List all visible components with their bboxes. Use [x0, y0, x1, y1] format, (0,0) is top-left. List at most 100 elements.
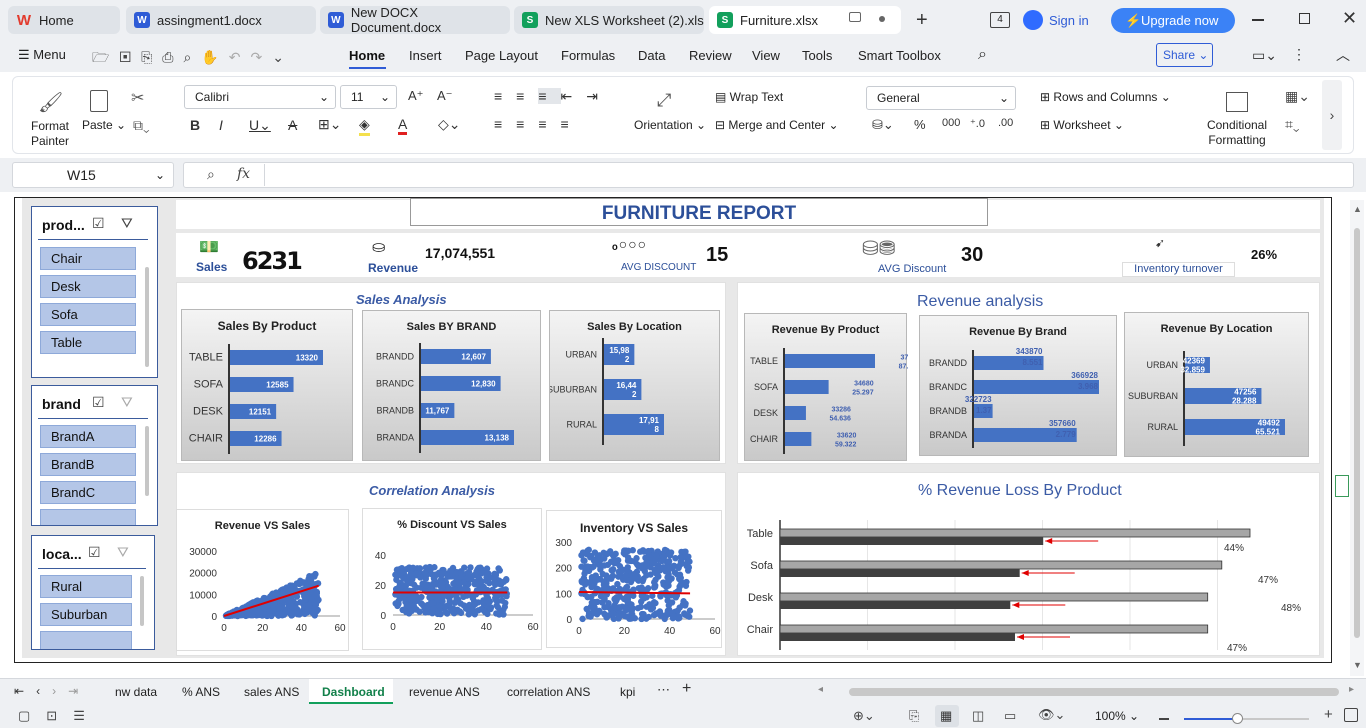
- slicer-item[interactable]: BrandB: [40, 453, 136, 476]
- indent-decrease-icon[interactable]: ⇤: [561, 88, 587, 104]
- ribbon-scroll-right-icon[interactable]: ›: [1322, 80, 1342, 150]
- prev-sheet-icon[interactable]: ‹: [36, 684, 52, 698]
- clear-filter-icon[interactable]: ⛛: [117, 544, 129, 561]
- redo-icon[interactable]: ↷: [250, 49, 272, 65]
- multi-select-icon[interactable]: ☑: [92, 215, 105, 232]
- close-icon[interactable]: ✕: [1342, 8, 1357, 29]
- save-icon[interactable]: ▣: [119, 49, 141, 65]
- merge-center-button[interactable]: ⊟ Merge and Center ⌄: [715, 118, 839, 132]
- slicer-item[interactable]: BrandC: [40, 481, 136, 504]
- horizontal-scroll-thumb[interactable]: [849, 688, 1339, 696]
- hand-icon[interactable]: ✋: [201, 49, 228, 65]
- fullscreen-icon[interactable]: [1344, 708, 1358, 722]
- chart-discount-vs-sales[interactable]: % Discount VS Sales 0 20 40 60 0 20 40: [362, 508, 542, 650]
- currency-icon[interactable]: ⛁⌄: [872, 117, 894, 133]
- borders-icon[interactable]: ⊞⌄: [318, 116, 341, 133]
- tab-insert[interactable]: Insert: [409, 48, 442, 63]
- window-icon[interactable]: [849, 12, 861, 22]
- increase-decimal-icon[interactable]: ⁺.0: [970, 117, 985, 130]
- bold-icon[interactable]: B: [190, 117, 200, 133]
- more-options-icon[interactable]: ⋮: [1292, 46, 1306, 63]
- slicer-item[interactable]: Suburban: [40, 603, 132, 626]
- avatar-icon[interactable]: [1023, 10, 1043, 30]
- scroll-down-icon[interactable]: ▼: [1353, 660, 1362, 670]
- zoom-level[interactable]: 100% ⌄: [1095, 709, 1139, 723]
- position-icon[interactable]: ⊕⌄: [853, 708, 875, 724]
- clear-filter-icon[interactable]: ⛛: [121, 215, 133, 232]
- justify-icon[interactable]: ≡: [561, 116, 583, 132]
- slicer-location[interactable]: loca... ☑ ⛛ Rural Suburban: [31, 535, 155, 650]
- vertical-scrollbar[interactable]: ▲ ▼: [1350, 200, 1364, 676]
- conditional-formatting-button[interactable]: Conditional Formatting: [1205, 118, 1269, 148]
- tab-formulas[interactable]: Formulas: [561, 48, 615, 63]
- format-painter-icon[interactable]: 🖌: [38, 90, 63, 115]
- export-icon[interactable]: ⎘: [909, 708, 919, 724]
- tab-smart-toolbox[interactable]: Smart Toolbox: [858, 48, 941, 63]
- slicer-item[interactable]: Rural: [40, 575, 132, 598]
- sheet-tab[interactable]: sales ANS: [244, 685, 299, 699]
- orientation-button[interactable]: Orientation ⌄: [634, 118, 706, 132]
- percent-icon[interactable]: %: [914, 117, 926, 132]
- font-color-icon[interactable]: A: [398, 116, 408, 135]
- undo-icon[interactable]: ↶: [229, 49, 251, 65]
- slicer-scrollbar[interactable]: [145, 267, 149, 367]
- open-icon[interactable]: 🗁: [92, 49, 119, 65]
- last-sheet-icon[interactable]: ⇥: [68, 684, 90, 698]
- eye-protection-icon[interactable]: 👁⌄: [1038, 707, 1065, 723]
- conditional-formatting-icon[interactable]: [1226, 92, 1248, 112]
- decrease-decimal-icon[interactable]: .00: [998, 117, 1013, 129]
- slicer-item[interactable]: Table: [40, 331, 136, 354]
- align-middle-icon[interactable]: ≡: [516, 88, 538, 104]
- align-bottom-icon[interactable]: ≡: [538, 88, 561, 104]
- strikethrough-icon[interactable]: A: [288, 117, 297, 133]
- tab-review[interactable]: Review: [689, 48, 732, 63]
- chart-inventory-vs-sales[interactable]: Inventory VS Sales 0 20 40 60 0 100 200 300: [546, 510, 722, 648]
- sheet-tab[interactable]: revenue ANS: [409, 685, 480, 699]
- slicer-item-partial[interactable]: [40, 509, 136, 525]
- multi-select-icon[interactable]: ☑: [88, 544, 101, 561]
- upgrade-button[interactable]: ⚡ Upgrade now: [1111, 8, 1235, 33]
- slicer-scrollbar[interactable]: [145, 426, 149, 496]
- italic-icon[interactable]: I: [219, 117, 223, 133]
- multi-select-icon[interactable]: ☑: [92, 394, 105, 411]
- tab-furniture[interactable]: S Furniture.xlsx: [709, 6, 901, 34]
- tab-view[interactable]: View: [752, 48, 780, 63]
- chart-revenue-by-brand[interactable]: Revenue By Brand BRANDD 343870 8.551 BRANDC…: [919, 315, 1117, 456]
- chart-sales-by-location[interactable]: Sales By Location URBAN 15,98 2 SUBURBAN 16,…: [549, 310, 720, 461]
- indent-increase-icon[interactable]: ⇥: [586, 88, 612, 104]
- formula-input[interactable]: [183, 162, 1354, 188]
- fill-color-icon[interactable]: ◈: [359, 116, 370, 136]
- tab-page-layout[interactable]: Page Layout: [465, 48, 538, 63]
- minimize-icon[interactable]: [1252, 19, 1264, 21]
- underline-icon[interactable]: U⌄: [249, 117, 271, 134]
- collapse-ribbon-icon[interactable]: ︿: [1336, 45, 1350, 65]
- zoom-formula-icon[interactable]: ⌕: [207, 166, 215, 183]
- slicer-item[interactable]: Desk: [40, 275, 136, 298]
- page-icon[interactable]: ▢: [18, 708, 46, 723]
- zoom-in-icon[interactable]: +: [1324, 706, 1333, 723]
- share-button[interactable]: Share ⌄: [1156, 43, 1213, 67]
- align-top-icon[interactable]: ≡: [494, 88, 516, 104]
- chart-revenue-by-product[interactable]: Revenue By Product TABLE3753087.412SOFA3…: [744, 313, 908, 461]
- slicer-product[interactable]: prod... ☑ ⛛ Chair Desk Sofa Table: [31, 206, 158, 378]
- increase-font-icon[interactable]: A⁺: [408, 88, 424, 104]
- search-icon[interactable]: ⌕: [978, 46, 987, 64]
- sheet-tab[interactable]: kpi: [620, 685, 635, 699]
- slicer-item-partial[interactable]: [40, 631, 132, 649]
- clear-filter-icon[interactable]: ⛛: [121, 394, 133, 411]
- add-sheet-icon[interactable]: +: [682, 680, 691, 698]
- slicer-item[interactable]: Chair: [40, 247, 136, 270]
- tab-home-ribbon[interactable]: Home: [349, 48, 385, 63]
- slicer-item[interactable]: BrandA: [40, 425, 136, 448]
- tab-assingment1[interactable]: W assingment1.docx: [126, 6, 316, 34]
- zoom-out-icon[interactable]: [1159, 718, 1169, 720]
- paste-button[interactable]: Paste ⌄: [82, 118, 126, 132]
- zoom-slider-handle[interactable]: [1232, 713, 1243, 724]
- sheet-tab[interactable]: % ANS: [182, 685, 220, 699]
- page-break-view-icon[interactable]: ▭: [1004, 708, 1016, 724]
- normal-view-icon[interactable]: ▦: [940, 708, 952, 724]
- first-sheet-icon[interactable]: ⇤: [14, 684, 36, 698]
- sheet-tab[interactable]: nw data: [115, 685, 157, 699]
- cell-style-icon[interactable]: ▦⌄: [1285, 88, 1310, 105]
- hscroll-left-icon[interactable]: ◂: [818, 684, 823, 695]
